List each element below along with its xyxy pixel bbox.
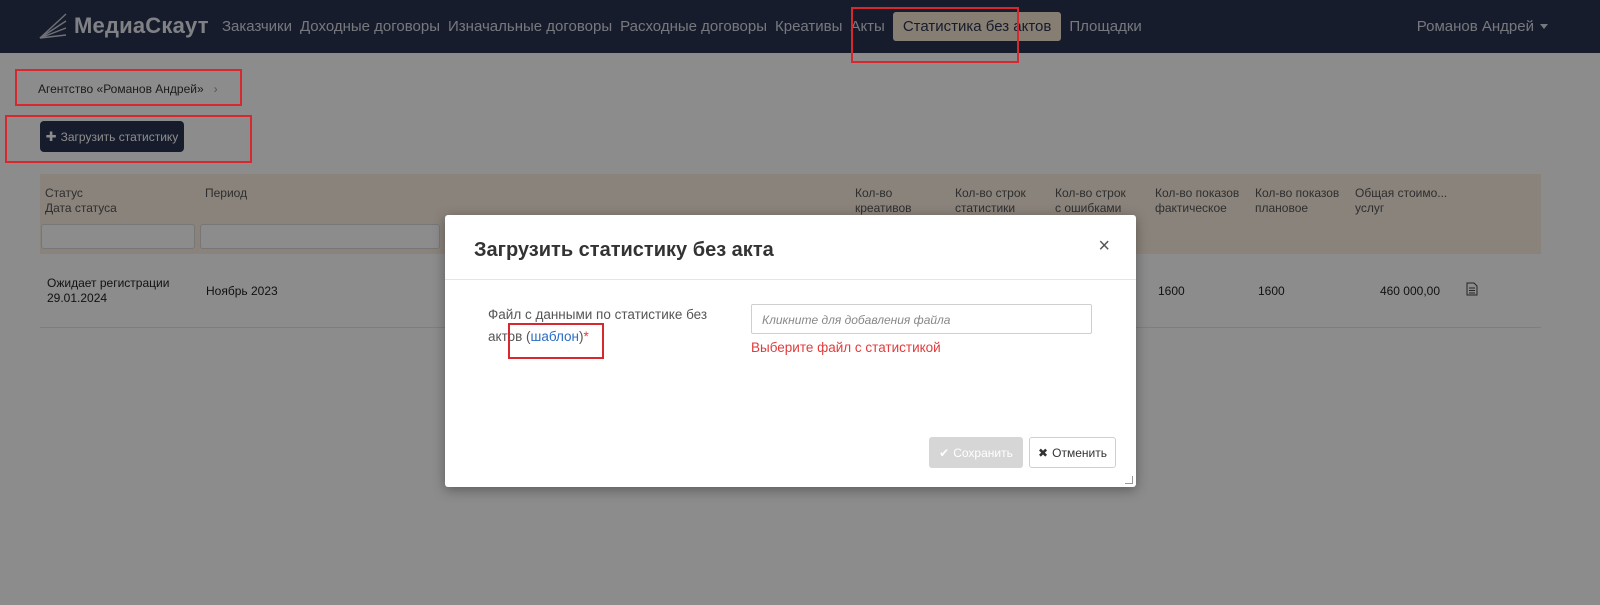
file-error-message: Выберите файл с статистикой bbox=[751, 340, 941, 355]
cancel-button[interactable]: ✖ Отменить bbox=[1029, 437, 1116, 468]
annotation-box-active-tab bbox=[851, 7, 1019, 63]
annotation-box-template-link bbox=[508, 323, 604, 359]
annotation-box-breadcrumb bbox=[15, 69, 242, 106]
check-icon: ✔ bbox=[939, 445, 950, 460]
save-button-label: Сохранить bbox=[953, 445, 1013, 460]
annotation-box-upload-button bbox=[5, 115, 252, 163]
cross-icon: ✖ bbox=[1038, 445, 1049, 460]
file-upload-input[interactable]: Кликните для добавления файла bbox=[751, 304, 1092, 334]
cancel-button-label: Отменить bbox=[1052, 445, 1107, 460]
save-button[interactable]: ✔ Сохранить bbox=[929, 437, 1023, 468]
resize-handle[interactable] bbox=[1125, 476, 1133, 484]
modal-header: Загрузить статистику без акта × bbox=[445, 215, 1136, 280]
close-icon[interactable]: × bbox=[1098, 235, 1110, 258]
modal-title: Загрузить статистику без акта bbox=[474, 239, 774, 261]
